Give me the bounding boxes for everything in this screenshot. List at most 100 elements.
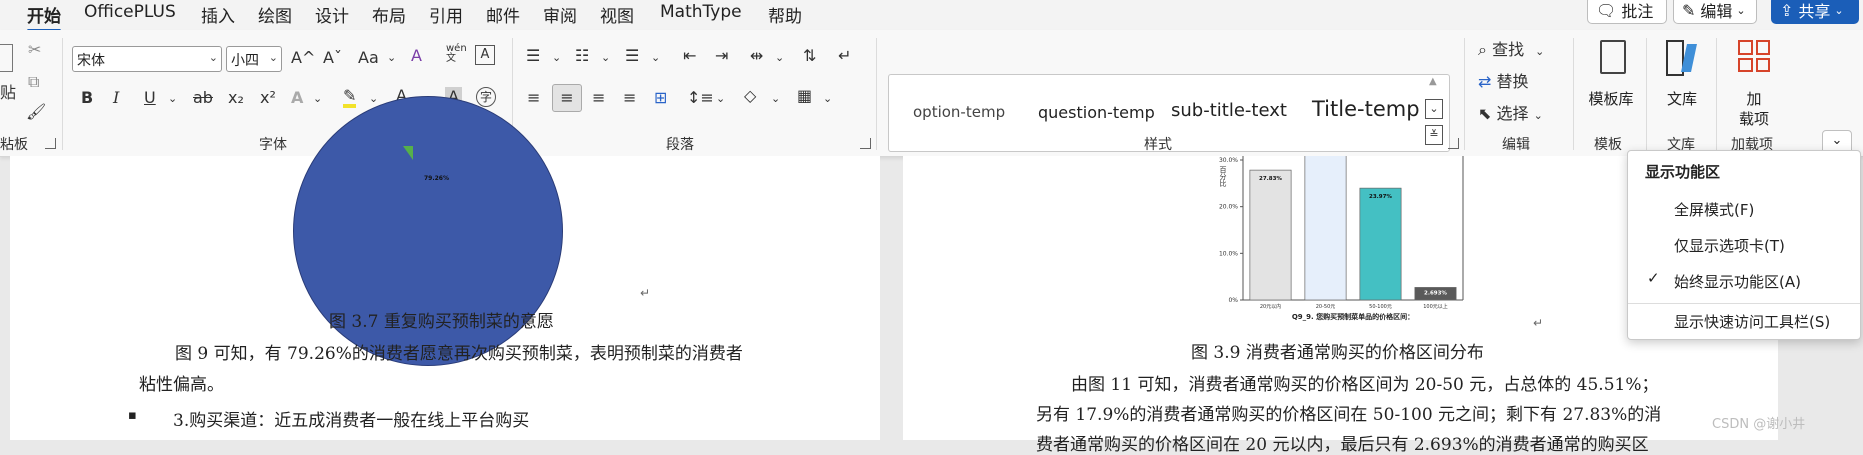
more-styles-icon[interactable]: ≚ (1425, 125, 1443, 145)
tab-home[interactable]: 开始 (27, 2, 61, 32)
replace-button[interactable]: ⇄ 替换 (1478, 74, 1529, 90)
chevron-down-icon: ⌄ (1533, 109, 1543, 122)
paragraph-launcher-icon[interactable] (860, 138, 871, 149)
menu-item-full-screen[interactable]: 全屏模式(F) (1674, 199, 1754, 220)
tab-draw[interactable]: 绘图 (258, 2, 292, 27)
clear-format-icon[interactable]: A (411, 48, 422, 64)
show-marks-icon[interactable]: ↵ (838, 48, 851, 64)
template-library-button[interactable]: 模板库 (1586, 38, 1636, 128)
sort-icon[interactable]: ⇅ (803, 48, 816, 64)
share-icon: ⇪ (1780, 0, 1794, 20)
shrink-font-icon[interactable]: Aˇ (323, 50, 342, 66)
style-sub-title-text[interactable]: sub-title-text (1171, 100, 1287, 121)
tab-design[interactable]: 设计 (315, 2, 349, 27)
chevron-down-icon[interactable]: ⌄ (369, 93, 378, 104)
scroll-up-icon[interactable]: ▲ (1429, 77, 1437, 87)
style-title-temp[interactable]: Title-temp (1312, 97, 1420, 121)
chevron-down-icon[interactable]: ⌄ (313, 93, 322, 104)
y-tick-label: 10.0% (1219, 250, 1238, 257)
format-painter-icon[interactable]: 🖌 (26, 104, 46, 120)
chevron-down-icon[interactable]: ⌄ (771, 93, 780, 104)
select-button[interactable]: ⬉ 选择 ⌄ (1478, 106, 1543, 122)
underline-icon[interactable]: U (144, 90, 156, 106)
tab-mathtype[interactable]: MathType (660, 2, 742, 22)
styles-launcher-icon[interactable] (1448, 138, 1459, 149)
chevron-down-icon[interactable]: ⌄ (775, 52, 784, 63)
shading-icon[interactable]: ◇ (744, 88, 756, 104)
font-size-combo[interactable]: 小四 ⌄ (226, 46, 282, 72)
tab-officeplus[interactable]: OfficePLUS (84, 2, 176, 22)
tab-layout[interactable]: 布局 (372, 2, 406, 27)
tab-references[interactable]: 引用 (429, 2, 463, 27)
text-direction-icon[interactable]: ⇹ (750, 48, 763, 64)
chevron-down-icon[interactable]: ⌄ (387, 52, 396, 63)
menu-item-show-tabs-only[interactable]: 仅显示选项卡(T) (1674, 235, 1785, 256)
tab-insert[interactable]: 插入 (201, 2, 235, 27)
clipboard-launcher-icon[interactable] (45, 138, 56, 149)
chevron-down-icon[interactable]: ⌄ (716, 93, 725, 104)
bullets-icon[interactable]: ☰ (526, 48, 540, 64)
share-button[interactable]: ⇪ 共享 ⌄ (1771, 0, 1859, 24)
chevron-down-icon[interactable]: ⌄ (823, 93, 832, 104)
phonetic-guide-icon[interactable]: wén 文 (446, 44, 467, 64)
borders-icon[interactable]: ▦ (797, 88, 812, 104)
bullet-icon: ▪ (128, 408, 137, 423)
paste-label[interactable]: 贴 (0, 85, 16, 101)
text-effects-icon[interactable]: A (291, 90, 303, 106)
chevron-down-icon[interactable]: ⌄ (168, 93, 177, 104)
scroll-down-icon[interactable]: ⌄ (1425, 99, 1443, 119)
align-right-icon[interactable]: ≡ (592, 90, 605, 106)
chevron-down-icon: ⌄ (1736, 3, 1746, 17)
increase-indent-icon[interactable]: ⇥ (715, 48, 728, 64)
paste-icon[interactable] (0, 44, 13, 72)
chevron-down-icon[interactable]: ⌄ (552, 52, 561, 63)
italic-icon[interactable]: I (113, 90, 119, 106)
find-button[interactable]: ⌕ 查找 ⌄ (1478, 42, 1544, 58)
edit-mode-button[interactable]: ✎ 编辑 ⌄ (1673, 0, 1757, 24)
decrease-indent-icon[interactable]: ⇤ (683, 48, 696, 64)
chevron-down-icon: ⌄ (1535, 45, 1545, 58)
cut-icon[interactable]: ✂ (28, 42, 41, 58)
tab-review[interactable]: 审阅 (543, 2, 577, 27)
grow-font-icon[interactable]: A^ (291, 50, 315, 66)
y-tick-label: 20.0% (1219, 204, 1238, 211)
tab-help[interactable]: 帮助 (768, 2, 802, 27)
character-border-icon[interactable]: A (475, 45, 495, 65)
style-question-temp[interactable]: question-temp (1038, 103, 1155, 122)
superscript-icon[interactable]: x² (260, 90, 276, 106)
bold-icon[interactable]: B (81, 90, 93, 106)
line-spacing-icon[interactable]: ↕≡ (687, 90, 714, 106)
checkmark-icon: ✓ (1647, 269, 1660, 287)
enclose-characters-icon[interactable]: 字 (476, 87, 496, 107)
justify-icon[interactable]: ≡ (623, 90, 636, 106)
menu-item-show-quick-access[interactable]: 显示快速访问工具栏(S) (1674, 311, 1830, 332)
distributed-icon[interactable]: ⊞ (654, 90, 667, 106)
tab-view[interactable]: 视图 (600, 2, 634, 27)
copy-icon[interactable]: ⧉ (28, 74, 39, 90)
bar-chart: 0% 10.0% 20.0% 30.0% 百分比 27.83% 20元以内 20-50元 23.… (1219, 156, 1464, 321)
library-button[interactable]: 文库 (1658, 38, 1706, 128)
menu-item-always-show-ribbon[interactable]: 始终显示功能区(A) (1674, 271, 1801, 292)
align-left-icon[interactable]: ≡ (527, 90, 540, 106)
bar (1359, 187, 1402, 301)
numbering-icon[interactable]: ☷ (575, 48, 589, 64)
comment-button[interactable]: 🗨 批注 (1587, 0, 1667, 24)
figure-caption: 图 3.9 消费者通常购买的价格区间分布 (1191, 343, 1484, 363)
font-name-combo[interactable]: 宋体 ⌄ (72, 46, 222, 72)
x-tick-label: 20-50元 (1316, 304, 1336, 310)
bar (1304, 156, 1347, 301)
subscript-icon[interactable]: x₂ (228, 90, 244, 106)
highlighter-icon[interactable]: ✎ (343, 88, 357, 108)
tab-mailings[interactable]: 邮件 (486, 2, 520, 27)
group-divider (1646, 38, 1647, 150)
style-option-temp[interactable]: option-temp (913, 103, 1005, 121)
align-center-icon[interactable]: ≡ (552, 84, 582, 112)
strikethrough-icon[interactable]: ab (193, 90, 213, 106)
paragraph-mark-icon: ↵ (1533, 316, 1544, 330)
addins-button[interactable]: 加 载项 (1730, 38, 1778, 128)
group-divider (1573, 38, 1574, 150)
chevron-down-icon[interactable]: ⌄ (651, 52, 660, 63)
multilevel-list-icon[interactable]: ☰ (625, 48, 639, 64)
change-case-icon[interactable]: Aa (358, 50, 379, 66)
chevron-down-icon[interactable]: ⌄ (601, 52, 610, 63)
